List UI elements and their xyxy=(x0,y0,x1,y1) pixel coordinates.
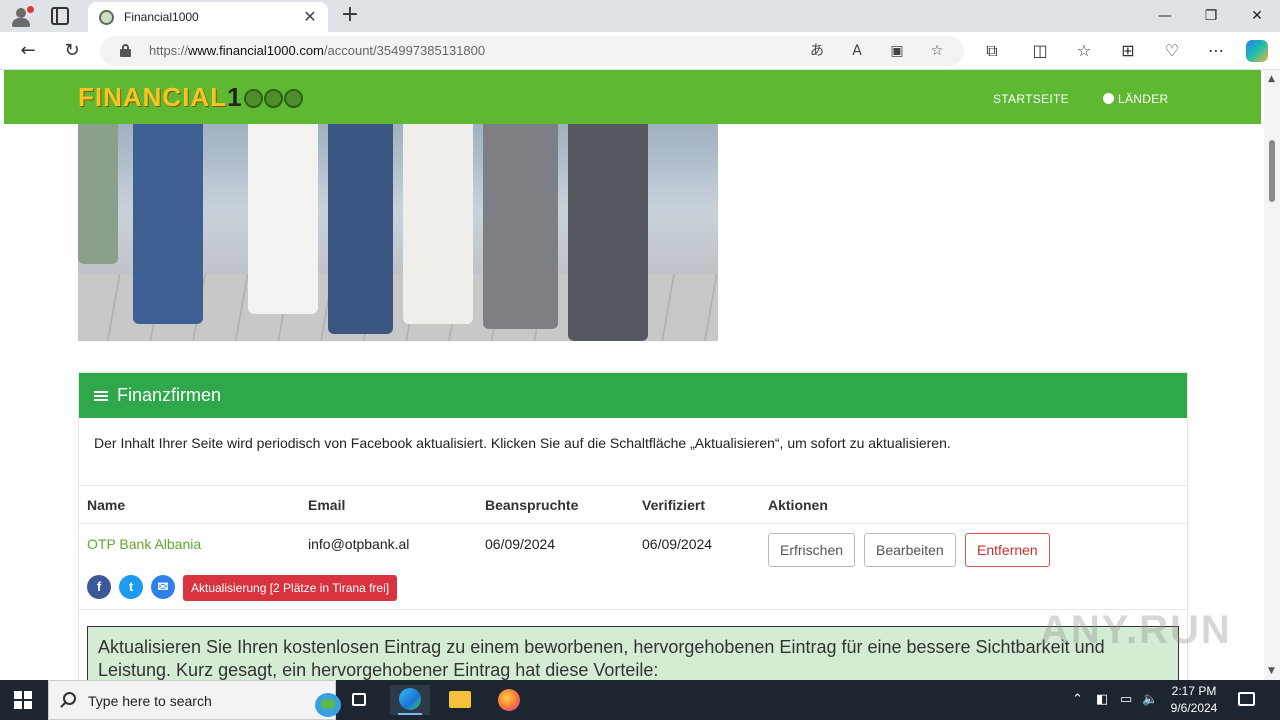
divider xyxy=(79,523,1187,524)
address-bar-row: ← ↻ https://www.financial1000.com/accoun… xyxy=(0,32,1280,70)
extensions-icon[interactable]: ⧉ xyxy=(980,40,1004,62)
search-icon xyxy=(63,692,76,705)
anyrun-watermark: ANY.RUN xyxy=(1040,608,1232,652)
edit-button[interactable]: Bearbeiten xyxy=(864,533,956,567)
column-header-claimed: Beanspruchte xyxy=(485,497,579,513)
restore-icon[interactable]: ❐ xyxy=(1188,4,1234,28)
nav-home-link[interactable]: STARTSEITE xyxy=(993,92,1069,106)
email-share-icon[interactable]: ✉ xyxy=(151,575,175,599)
copilot-icon[interactable] xyxy=(1246,40,1268,62)
coin-icon xyxy=(283,89,303,108)
browser-essentials-icon[interactable]: ♡ xyxy=(1160,40,1184,62)
refresh-button[interactable]: Erfrischen xyxy=(768,533,856,567)
divider xyxy=(79,485,1187,486)
reload-icon[interactable]: ↻ xyxy=(58,38,86,64)
list-icon xyxy=(94,391,108,402)
back-icon[interactable]: ← xyxy=(14,38,42,64)
panel-title: Finanzfirmen xyxy=(117,385,222,405)
tab-close-icon[interactable]: ✕ xyxy=(300,7,320,27)
tab-title: Financial1000 xyxy=(124,10,199,24)
twitter-share-icon[interactable]: t xyxy=(119,575,143,599)
favorite-star-icon[interactable]: ☆ xyxy=(926,41,948,61)
windows-start-icon[interactable] xyxy=(14,691,32,709)
remove-button[interactable]: Entfernen xyxy=(965,533,1050,567)
upgrade-badge-button[interactable]: Aktualisierung [2 Plätze in Tirana frei] xyxy=(183,575,398,601)
site-navbar: FINANCIAL1 STARTSEITE LÄNDER xyxy=(4,70,1261,124)
divider xyxy=(79,609,1187,610)
taskbar-edge-icon[interactable] xyxy=(390,685,430,715)
browser-tab-bar: Financial1000 ✕ + — ❐ ✕ xyxy=(0,0,1280,32)
favorites-icon[interactable]: ☆ xyxy=(1072,40,1096,62)
windows-taskbar: Type here to search ⌃ ◧ ▭ 🔈 2:17 PM 9/6/… xyxy=(0,680,1280,720)
collections-icon[interactable]: ⊞ xyxy=(1116,40,1140,62)
tab-actions-icon[interactable] xyxy=(51,7,69,25)
notifications-icon[interactable] xyxy=(1238,692,1255,706)
tray-overflow-icon[interactable]: ⌃ xyxy=(1072,692,1083,707)
update-notice: Der Inhalt Ihrer Seite wird periodisch v… xyxy=(94,435,951,451)
tray-device-icon[interactable]: ◧ xyxy=(1096,692,1108,707)
new-tab-icon[interactable]: + xyxy=(338,3,362,27)
promo-box: Aktualisieren Sie Ihren kostenlosen Eint… xyxy=(87,626,1179,680)
claimed-date: 06/09/2024 xyxy=(485,536,556,552)
scroll-down-icon[interactable]: ▼ xyxy=(1268,666,1275,676)
hero-image xyxy=(78,124,718,341)
coin-icon xyxy=(243,89,263,108)
read-aloud-icon[interactable]: A xyxy=(846,41,868,61)
column-header-name: Name xyxy=(87,497,126,513)
site-logo[interactable]: FINANCIAL1 xyxy=(78,82,303,113)
facebook-share-icon[interactable]: f xyxy=(87,575,111,599)
panel-header: Finanzfirmen xyxy=(79,373,1187,418)
coin-icon xyxy=(263,89,283,108)
task-view-icon[interactable] xyxy=(340,685,380,715)
tray-volume-icon[interactable]: 🔈 xyxy=(1142,692,1158,707)
taskbar-clock[interactable]: 2:17 PM 9/6/2024 xyxy=(1158,683,1230,717)
scrollbar-thumb[interactable] xyxy=(1269,140,1275,202)
promo-text: Aktualisieren Sie Ihren kostenlosen Eint… xyxy=(98,637,1105,680)
nav-countries-link[interactable]: LÄNDER xyxy=(1103,92,1168,106)
window-close-icon[interactable]: ✕ xyxy=(1234,4,1280,28)
tray-network-icon[interactable]: ▭ xyxy=(1120,692,1132,707)
translate-icon[interactable]: あ xyxy=(806,41,828,61)
lock-icon[interactable] xyxy=(120,44,131,57)
page-scrollbar[interactable]: ▲ ▼ xyxy=(1264,70,1280,680)
split-screen-icon[interactable]: ◫ xyxy=(1028,40,1052,62)
column-header-verified: Verifiziert xyxy=(642,497,706,513)
taskbar-file-explorer-icon[interactable] xyxy=(440,685,480,715)
url-text: https://www.financial1000.com/account/35… xyxy=(149,43,486,58)
profile-icon[interactable] xyxy=(10,6,34,28)
page-viewport: FINANCIAL1 STARTSEITE LÄNDER Finanzfirme… xyxy=(0,70,1280,680)
taskbar-search-box[interactable]: Type here to search xyxy=(48,680,341,720)
column-header-actions: Aktionen xyxy=(768,497,828,513)
minimize-icon[interactable]: — xyxy=(1142,4,1188,28)
more-menu-icon[interactable]: ⋯ xyxy=(1204,40,1228,62)
url-input[interactable]: https://www.financial1000.com/account/35… xyxy=(100,36,964,66)
column-header-email: Email xyxy=(308,497,346,513)
company-name-link[interactable]: OTP Bank Albania xyxy=(87,536,201,552)
scroll-up-icon[interactable]: ▲ xyxy=(1268,74,1275,84)
immersive-reader-icon[interactable]: ▣ xyxy=(886,41,908,61)
verified-date: 06/09/2024 xyxy=(642,536,713,552)
company-email: info@otpbank.al xyxy=(308,536,410,552)
taskbar-firefox-icon[interactable] xyxy=(489,685,529,715)
site-favicon-icon xyxy=(99,10,114,25)
globe-icon xyxy=(1103,93,1114,104)
browser-tab[interactable]: Financial1000 ✕ xyxy=(88,2,328,32)
search-placeholder: Type here to search xyxy=(88,693,212,709)
companies-panel: Finanzfirmen Der Inhalt Ihrer Seite wird… xyxy=(78,372,1188,680)
